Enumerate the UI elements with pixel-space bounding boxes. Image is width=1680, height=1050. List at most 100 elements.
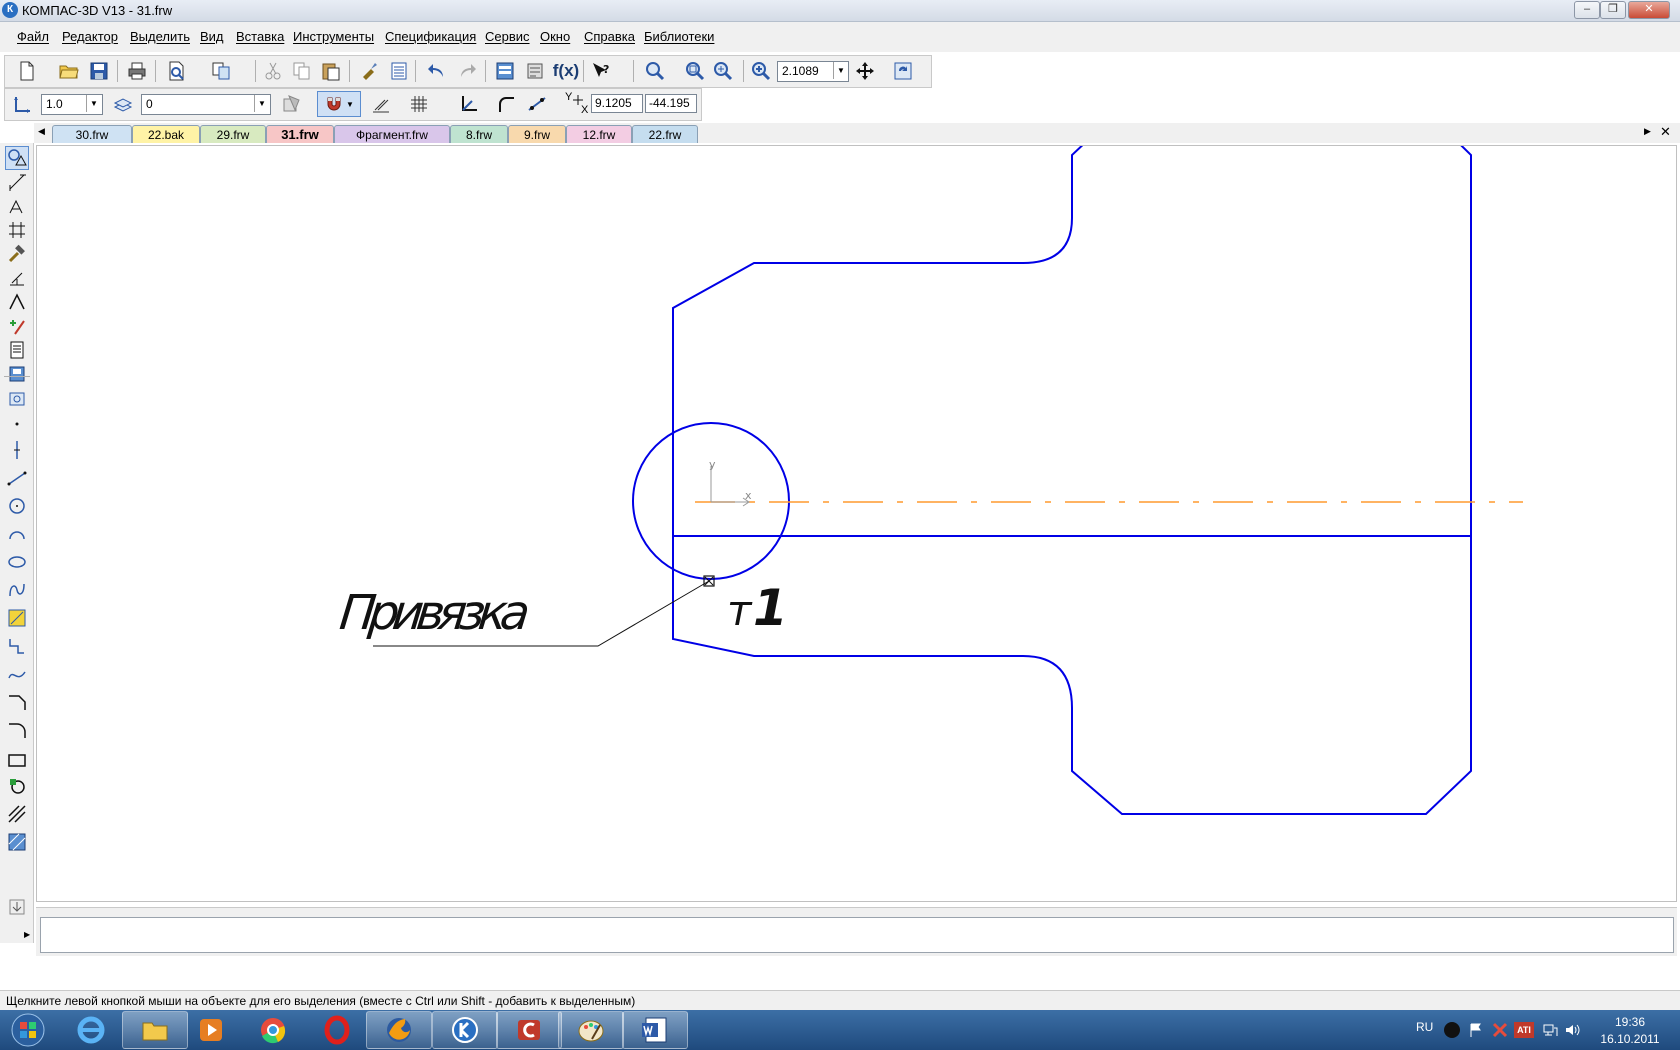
view-state-button[interactable] xyxy=(279,92,303,116)
variables-button[interactable] xyxy=(523,59,547,83)
taskbar-chrome[interactable] xyxy=(240,1011,306,1049)
pan-button[interactable] xyxy=(853,59,877,83)
chamfer-tool-button[interactable] xyxy=(5,690,29,714)
copy-properties-button[interactable] xyxy=(357,59,381,83)
edit-panel-button[interactable] xyxy=(5,218,29,242)
insert-panel-button[interactable] xyxy=(5,362,29,386)
arc-tool-button[interactable] xyxy=(5,522,29,546)
snap-toggle-button[interactable]: ▼ xyxy=(317,91,361,117)
language-indicator[interactable]: RU xyxy=(1416,1020,1433,1034)
start-button[interactable] xyxy=(4,1012,52,1048)
library-panel-button[interactable] xyxy=(5,386,29,410)
fill-tool-button[interactable] xyxy=(5,830,29,854)
expand-toolbar-button[interactable] xyxy=(5,895,29,919)
menu-file[interactable]: Файл xyxy=(17,29,49,44)
taskbar-word[interactable] xyxy=(622,1011,688,1049)
tab-29-frw[interactable]: 29.frw xyxy=(200,125,266,143)
taskbar-kompas-viewer[interactable] xyxy=(496,1011,562,1049)
network-icon[interactable] xyxy=(1542,1022,1558,1038)
taskbar-firefox[interactable] xyxy=(366,1011,432,1049)
point-label-letter[interactable]: т xyxy=(727,586,753,635)
menu-window[interactable]: Окно xyxy=(540,29,570,44)
leader-annotation[interactable]: Привязка xyxy=(337,585,533,641)
clock-date[interactable]: 16.10.2011 xyxy=(1594,1032,1666,1046)
clock-time[interactable]: 19:36 xyxy=(1600,1015,1660,1029)
close-tab-icon[interactable]: ✕ xyxy=(1660,124,1671,140)
grid-button[interactable] xyxy=(407,92,431,116)
taskbar-kompas[interactable] xyxy=(432,1011,498,1049)
copy-button[interactable] xyxy=(290,59,314,83)
measure-panel-button[interactable] xyxy=(5,266,29,290)
menu-select[interactable]: Выделить xyxy=(130,29,190,44)
zoom-combobox[interactable]: 2.1089 ▼ xyxy=(777,61,849,82)
fillet-tool-button[interactable] xyxy=(5,718,29,742)
part-outline[interactable] xyxy=(672,146,1472,815)
tab-12-frw[interactable]: 12.frw xyxy=(566,125,632,143)
menu-tools[interactable]: Инструменты xyxy=(293,29,374,44)
circle-tool-button[interactable] xyxy=(5,494,29,518)
minimize-button[interactable]: – xyxy=(1574,1,1600,19)
fx-button[interactable]: f(x) xyxy=(551,59,581,83)
spline-tool-button[interactable] xyxy=(5,578,29,602)
redo-button[interactable] xyxy=(455,59,479,83)
save-button[interactable] xyxy=(87,59,111,83)
tabs-scroll-left-icon[interactable]: ◀ xyxy=(38,126,45,137)
reports-panel-button[interactable] xyxy=(5,338,29,362)
drawing-canvas[interactable]: x y Привязка т 1 xyxy=(36,145,1677,902)
menu-editor[interactable]: Редактор xyxy=(62,29,118,44)
antivirus-icon[interactable] xyxy=(1492,1022,1508,1038)
menu-libraries[interactable]: Библиотеки xyxy=(644,29,714,44)
paste-button[interactable] xyxy=(319,59,343,83)
taskbar-paint[interactable] xyxy=(558,1011,624,1049)
tray-app-icon[interactable] xyxy=(1444,1022,1460,1038)
refresh-button[interactable] xyxy=(891,59,915,83)
zoom-window-button[interactable] xyxy=(643,59,667,83)
hatching-tool-button[interactable] xyxy=(5,802,29,826)
auxiliary-line-button[interactable] xyxy=(5,438,29,462)
select-panel-button[interactable] xyxy=(5,290,29,314)
action-center-flag-icon[interactable] xyxy=(1468,1022,1484,1038)
zoom-in-button[interactable] xyxy=(749,59,773,83)
property-input-area[interactable] xyxy=(40,917,1674,953)
contour-tool-button[interactable] xyxy=(5,774,29,798)
rectangle-tool-button[interactable] xyxy=(5,748,29,772)
parametric-button[interactable] xyxy=(525,92,549,116)
taskbar-ie[interactable] xyxy=(58,1011,124,1049)
new-document-button[interactable] xyxy=(15,59,39,83)
help-pointer-button[interactable]: ? xyxy=(589,59,613,83)
close-button[interactable]: ✕ xyxy=(1628,1,1670,19)
taskbar-media-player[interactable] xyxy=(178,1011,244,1049)
polyline-tool-button[interactable] xyxy=(5,634,29,658)
tab-fragment-frw[interactable]: Фрагмент.frw xyxy=(334,125,450,143)
designations-panel-button[interactable] xyxy=(5,194,29,218)
tab-31-frw[interactable]: 31.frw xyxy=(266,125,334,143)
spec-panel-button[interactable] xyxy=(5,314,29,338)
geometry-panel-button[interactable] xyxy=(5,146,29,170)
layer-combobox[interactable]: 0 ▼ xyxy=(141,94,271,115)
properties-button[interactable] xyxy=(387,59,411,83)
step-combobox[interactable]: 1.0 ▼ xyxy=(41,94,103,115)
point-label-number[interactable]: 1 xyxy=(753,579,788,637)
hatch-color-button[interactable] xyxy=(5,606,29,630)
manager-tree-button[interactable] xyxy=(493,59,517,83)
tabs-scroll-right-icon[interactable]: ▶ xyxy=(1644,126,1651,137)
tab-8-frw[interactable]: 8.frw xyxy=(450,125,508,143)
cut-button[interactable] xyxy=(261,59,285,83)
ellipse-tool-button[interactable] xyxy=(5,550,29,574)
preview-button[interactable] xyxy=(165,59,189,83)
volume-icon[interactable] xyxy=(1564,1022,1580,1038)
menu-specification[interactable]: Спецификация xyxy=(385,29,476,44)
menu-help[interactable]: Справка xyxy=(584,29,635,44)
layer-state-button[interactable] xyxy=(111,92,135,116)
segment-tool-button[interactable] xyxy=(5,466,29,490)
step-cursor-button[interactable] xyxy=(11,92,35,116)
zoom-area-button[interactable] xyxy=(683,59,707,83)
tab-30-frw[interactable]: 30.frw xyxy=(52,125,132,143)
manager-button[interactable] xyxy=(209,59,233,83)
restore-button[interactable]: ❐ xyxy=(1600,1,1626,19)
open-button[interactable] xyxy=(57,59,81,83)
ortho-button[interactable] xyxy=(369,92,393,116)
parametrization-panel-button[interactable] xyxy=(5,242,29,266)
dimensions-panel-button[interactable] xyxy=(5,170,29,194)
ati-catalyst-icon[interactable]: ATI xyxy=(1514,1022,1534,1038)
